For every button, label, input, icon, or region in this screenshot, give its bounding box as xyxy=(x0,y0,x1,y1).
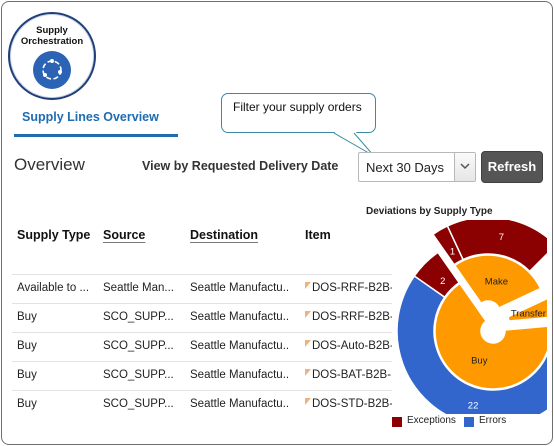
cell-destination: Seattle Manufactu... xyxy=(190,340,288,352)
cell-item[interactable]: DOS-RRF-B2B- xyxy=(305,311,392,323)
table-row[interactable]: Available to ... Seattle Man... Seattle … xyxy=(12,274,392,303)
cell-supply-type: Buy xyxy=(17,369,37,381)
column-header-supply-type[interactable]: Supply Type xyxy=(17,228,90,242)
tile-label-line1: Supply xyxy=(36,25,68,36)
chart-title: Deviations by Supply Type xyxy=(366,206,493,217)
deviations-sunburst-chart[interactable]: MakeTransferBuy172222 xyxy=(387,220,547,414)
overview-title: Overview xyxy=(14,155,85,174)
segment-label-1[interactable]: 7 xyxy=(499,232,504,243)
supply-lines-table: Supply Type Source Destination Item Avai… xyxy=(12,220,392,420)
tile-label-line2: Orchestration xyxy=(20,36,84,47)
cell-supply-type: Available to ... xyxy=(17,282,90,294)
callout-text: Filter your supply orders xyxy=(233,100,362,114)
item-text: DOS-RRF-B2B- xyxy=(312,282,392,294)
item-flag-icon xyxy=(305,311,311,318)
delivery-date-select[interactable]: Next 30 Days xyxy=(358,152,476,182)
tab-supply-lines-overview[interactable]: Supply Lines Overview xyxy=(14,104,178,137)
legend-label-exceptions: Exceptions xyxy=(407,415,456,426)
segment-label-3[interactable]: 22 xyxy=(468,400,479,411)
segment-label-4[interactable]: 2 xyxy=(440,276,445,287)
column-header-destination[interactable]: Destination xyxy=(190,228,258,242)
item-flag-icon xyxy=(305,282,311,289)
item-text: DOS-STD-B2B- xyxy=(312,398,392,410)
cell-supply-type: Buy xyxy=(17,398,37,410)
item-flag-icon xyxy=(305,340,311,347)
filter-callout: Filter your supply orders xyxy=(221,93,376,133)
cell-destination: Seattle Manufactu... xyxy=(190,398,288,410)
legend-swatch-errors xyxy=(464,417,474,427)
tile-label: Supply Orchestration xyxy=(10,25,94,47)
item-text: DOS-Auto-B2B- xyxy=(312,340,392,352)
table-row[interactable]: Buy SCO_SUPP... Seattle Manufactu... DOS… xyxy=(12,303,392,332)
table-row[interactable]: Buy SCO_SUPP... Seattle Manufactu... DOS… xyxy=(12,332,392,361)
cell-source: SCO_SUPP... xyxy=(103,340,174,352)
view-by-label: View by Requested Delivery Date xyxy=(142,159,339,173)
table-row[interactable]: Buy SCO_SUPP... Seattle Manufactu... DOS… xyxy=(12,390,392,419)
cell-source: SCO_SUPP... xyxy=(103,398,174,410)
cell-supply-type: Buy xyxy=(17,311,37,323)
item-flag-icon xyxy=(305,398,311,405)
cell-source: Seattle Man... xyxy=(103,282,174,294)
cell-destination: Seattle Manufactu... xyxy=(190,369,288,381)
cell-item[interactable]: DOS-BAT-B2B- xyxy=(305,369,392,381)
column-header-item[interactable]: Item xyxy=(305,228,331,242)
cell-source: SCO_SUPP... xyxy=(103,369,174,381)
item-flag-icon xyxy=(305,369,311,376)
table-row[interactable]: Buy SCO_SUPP... Seattle Manufactu... DOS… xyxy=(12,361,392,390)
select-value: Next 30 Days xyxy=(366,160,445,175)
column-header-source[interactable]: Source xyxy=(103,228,145,242)
cell-destination: Seattle Manufactu... xyxy=(190,311,288,323)
tab-label: Supply Lines Overview xyxy=(22,110,159,124)
segment-label-0[interactable]: 1 xyxy=(450,247,455,258)
item-text: DOS-RRF-B2B- xyxy=(312,311,392,323)
cell-item[interactable]: DOS-Auto-B2B- xyxy=(305,340,392,352)
legend-swatch-exceptions xyxy=(392,417,402,427)
legend-label-errors: Errors xyxy=(479,415,507,426)
cell-source: SCO_SUPP... xyxy=(103,311,174,323)
slice-label-make[interactable]: Make xyxy=(485,277,508,288)
supply-orchestration-icon xyxy=(33,51,71,89)
slice-label-transfer[interactable]: Transfer xyxy=(511,309,546,320)
item-text: DOS-BAT-B2B- xyxy=(312,369,392,381)
refresh-button[interactable]: Refresh xyxy=(481,151,543,183)
tab-active-indicator xyxy=(14,134,178,137)
cell-item[interactable]: DOS-STD-B2B- xyxy=(305,398,392,410)
chevron-down-icon[interactable] xyxy=(454,153,475,181)
cell-item[interactable]: DOS-RRF-B2B- xyxy=(305,282,392,294)
cell-destination: Seattle Manufactu... xyxy=(190,282,288,294)
cell-supply-type: Buy xyxy=(17,340,37,352)
slice-label-buy[interactable]: Buy xyxy=(471,355,488,366)
supply-orchestration-tile[interactable]: Supply Orchestration xyxy=(8,12,96,100)
